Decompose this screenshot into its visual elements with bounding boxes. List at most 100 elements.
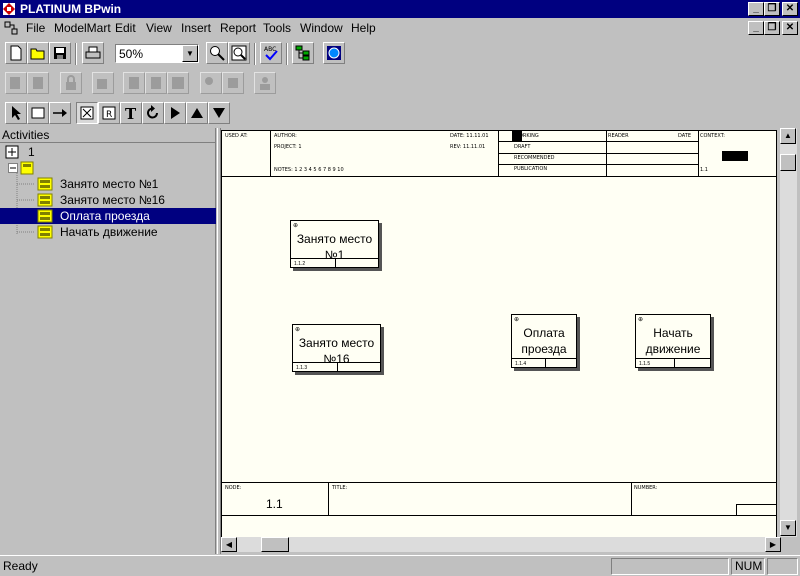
go-down-button[interactable] [208,102,230,124]
chevron-down-icon[interactable]: ▼ [182,45,198,62]
draft-label: DRAFT [514,144,531,150]
horizontal-scrollbar[interactable]: ◀ ▶ [221,537,781,552]
menu-help[interactable]: Help [351,21,376,35]
menu-view[interactable]: View [146,21,172,35]
reference-tool-button[interactable]: R [98,102,120,124]
menu-modelmart[interactable]: ModelMart [54,21,111,35]
doc-restore-button[interactable]: ❐ [764,21,780,35]
activity-box[interactable]: ⊕ Занято место №1 1.1.2 [290,220,379,268]
print-button[interactable] [82,42,104,64]
tree-diagram-node[interactable] [0,160,216,176]
text-tool-button[interactable]: T [120,102,142,124]
publication-label: PUBLICATION [514,166,548,172]
zoom-in-button[interactable] [206,42,228,64]
users-button[interactable] [254,72,276,94]
squiggle-icon [80,106,94,120]
menu-window[interactable]: Window [300,21,343,35]
modelmart-button[interactable] [323,42,345,64]
rev-label: REV: 11.11.01 [450,144,486,150]
tree-view-icon [295,45,310,61]
triangle-up-icon [191,108,203,118]
new-file-button[interactable] [5,42,27,64]
activity-box[interactable]: ⊕ Оплата проезда 1.1.4 [511,314,577,368]
tunnel-marker: ⊕ [295,327,301,333]
search-model-button[interactable] [200,72,222,94]
tree-item-label: Занято место №1 [60,177,159,191]
magnifier-icon [210,46,225,61]
box-icon [31,107,45,119]
tree-item-3[interactable]: Оплата проезда [0,208,216,224]
collapse-icon[interactable] [8,163,18,173]
tree-item-4[interactable]: Начать движение [0,224,216,240]
scroll-left-button[interactable]: ◀ [221,537,237,552]
standard-toolbar: 50% ▼ ABC [0,39,800,69]
tree-item-label: Занято место №16 [60,193,165,207]
diagram-header-frame: USED AT: AUTHOR: PROJECT: 1 NOTES: 1 2 3… [222,131,776,177]
globe-icon [327,46,341,60]
tree-item-1[interactable]: Занято место №1 [0,176,216,192]
diagram-canvas[interactable]: USED AT: AUTHOR: PROJECT: 1 NOTES: 1 2 3… [221,130,777,538]
scroll-up-button[interactable]: ▲ [780,128,796,144]
doc-close-button[interactable]: ✕ [782,21,798,35]
pointer-tool-button[interactable] [5,102,27,124]
number-label: NUMBER: [634,485,658,491]
zoom-select[interactable]: 50% ▼ [115,44,199,63]
save-icon [54,47,66,59]
restore-button[interactable]: ❐ [764,2,780,16]
minimize-button[interactable]: _ [748,2,764,16]
context-thumbnail [722,151,748,161]
activity-box[interactable]: ⊕ Начать движение 1.1.5 [635,314,711,368]
search-icon [205,77,213,85]
status-panel-empty [611,558,729,575]
tunnel-marker: ⊕ [293,223,299,229]
vertical-scroll-thumb[interactable] [780,154,796,171]
save-button[interactable] [49,42,71,64]
tree-root[interactable]: 1 [0,144,216,160]
box-tool-button[interactable] [27,102,49,124]
spellcheck-icon: ABC [264,46,278,61]
document-menu-icon[interactable] [3,20,19,36]
report-button[interactable] [123,72,145,94]
title-bar: PLATINUM BPwin _ ❐ ✕ [0,0,800,18]
squiggle-tool-button[interactable] [76,102,98,124]
tree-item-label: Оплата проезда [60,209,150,223]
arrow-tool-button[interactable] [49,102,71,124]
spellcheck-button[interactable]: ABC [260,42,282,64]
model-toolbar [0,69,800,99]
arrow-right-icon [53,109,67,117]
drawing-toolbar: R T [0,99,245,128]
menu-report[interactable]: Report [220,21,256,35]
go-to-child-button[interactable] [164,102,186,124]
activity-icon [37,225,53,239]
relation-button[interactable] [27,72,49,94]
text-icon: T [125,105,137,121]
tree-item-2[interactable]: Занято место №16 [0,192,216,208]
num-lock-indicator: NUM [731,558,765,575]
vertical-scrollbar[interactable]: ▲ ▼ [780,128,797,552]
doc-minimize-button[interactable]: _ [748,21,764,35]
menu-edit[interactable]: Edit [115,21,136,35]
menu-file[interactable]: File [26,21,45,35]
box-title-line2: проезда [521,342,567,356]
model-explorer-button[interactable] [292,42,314,64]
zoom-value: 50% [119,47,144,61]
close-button[interactable]: ✕ [782,2,798,16]
scroll-corner [781,537,798,552]
tools-button[interactable] [222,72,244,94]
menu-tools[interactable]: Tools [263,21,291,35]
copy-icon [97,79,107,89]
entity-button[interactable] [5,72,27,94]
lock-button[interactable] [60,72,82,94]
horizontal-scroll-thumb[interactable] [261,537,289,552]
zoom-fit-button[interactable] [228,42,250,64]
script-button[interactable] [145,72,167,94]
copy-button[interactable] [92,72,114,94]
rotate-tool-button[interactable] [142,102,164,124]
menu-insert[interactable]: Insert [181,21,211,35]
open-file-button[interactable] [27,42,49,64]
go-to-parent-button[interactable] [186,102,208,124]
scroll-down-button[interactable]: ▼ [780,520,796,536]
scroll-right-button[interactable]: ▶ [765,537,781,552]
grid-button[interactable] [167,72,189,94]
activity-box[interactable]: ⊕ Занято место №16 1.1.3 [292,324,381,372]
